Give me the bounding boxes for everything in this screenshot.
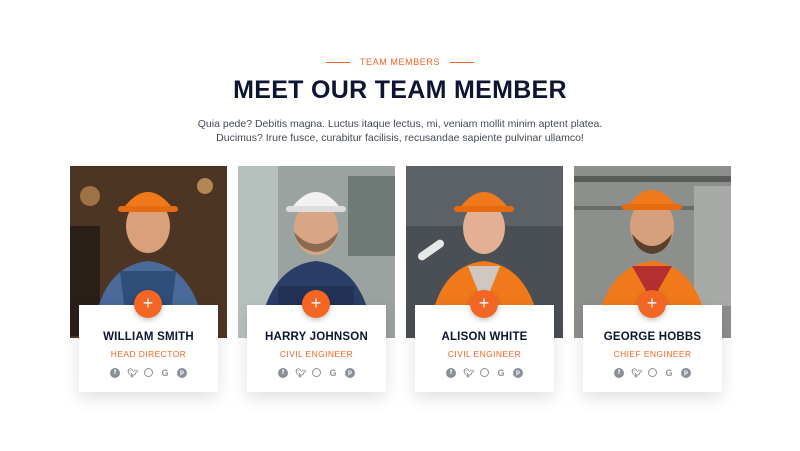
facebook-icon[interactable]: f [110,368,120,378]
member-name: WILLIAM SMITH [103,331,194,343]
expand-plus-button[interactable]: + [302,290,330,318]
facebook-icon[interactable]: f [614,368,624,378]
member-name: ALISON WHITE [441,331,528,343]
pinterest-icon[interactable]: p [513,368,523,378]
pinterest-icon[interactable]: p [345,368,355,378]
expand-plus-button[interactable]: + [134,290,162,318]
pinterest-icon[interactable]: p [177,368,187,378]
eyebrow-line-right [450,61,475,63]
section-description: Quia pede? Debitis magna. Luctus itaque … [0,117,800,145]
facebook-icon[interactable]: f [278,368,288,378]
member-info-box: GEORGE HOBBS CHIEF ENGINEER f 🐦︎ G p [583,305,722,392]
twitter-icon[interactable]: 🐦︎ [631,368,642,378]
instagram-icon[interactable] [648,368,657,377]
member-role: CHIEF ENGINEER [613,349,692,359]
member-role: CIVIL ENGINEER [279,349,354,359]
google-icon[interactable]: G [664,368,674,378]
google-icon[interactable]: G [160,368,170,378]
member-role: CIVIL ENGINEER [447,349,522,359]
description-line-1: Quia pede? Debitis magna. Luctus itaque … [197,118,603,130]
facebook-icon[interactable]: f [446,368,456,378]
team-card-george-hobbs: + GEORGE HOBBS CHIEF ENGINEER f 🐦︎ G p [574,166,731,396]
social-links: f 🐦︎ G p [247,368,386,378]
social-links: f 🐦︎ G p [79,368,218,378]
team-card-harry-johnson: + HARRY JOHNSON CIVIL ENGINEER f 🐦︎ G p [238,166,395,396]
twitter-icon[interactable]: 🐦︎ [127,368,138,378]
member-name: GEORGE HOBBS [603,331,702,343]
social-links: f 🐦︎ G p [415,368,554,378]
eyebrow-text: TEAM MEMBERS [359,57,441,67]
member-info-box: ALISON WHITE CIVIL ENGINEER f 🐦︎ G p [415,305,554,392]
description-line-2: Ducimus? Irure fusce, curabitur facilisi… [216,132,584,144]
member-info-box: WILLIAM SMITH HEAD DIRECTOR f 🐦︎ G p [79,305,218,392]
instagram-icon[interactable] [480,368,489,377]
team-card-william-smith: + WILLIAM SMITH HEAD DIRECTOR f 🐦︎ G p [70,166,227,396]
section-eyebrow: TEAM MEMBERS [0,57,800,67]
twitter-icon[interactable]: 🐦︎ [295,368,306,378]
google-icon[interactable]: G [496,368,506,378]
instagram-icon[interactable] [144,368,153,377]
twitter-icon[interactable]: 🐦︎ [463,368,474,378]
team-card-alison-white: + ALISON WHITE CIVIL ENGINEER f 🐦︎ G p [406,166,563,396]
pinterest-icon[interactable]: p [681,368,691,378]
google-icon[interactable]: G [328,368,338,378]
member-info-box: HARRY JOHNSON CIVIL ENGINEER f 🐦︎ G p [247,305,386,392]
member-role: HEAD DIRECTOR [110,349,187,359]
expand-plus-button[interactable]: + [470,290,498,318]
instagram-icon[interactable] [312,368,321,377]
section-title: MEET OUR TEAM MEMBER [233,76,567,104]
expand-plus-button[interactable]: + [638,290,666,318]
social-links: f 🐦︎ G p [583,368,722,378]
eyebrow-line-left [325,61,350,63]
member-name: HARRY JOHNSON [265,331,368,343]
